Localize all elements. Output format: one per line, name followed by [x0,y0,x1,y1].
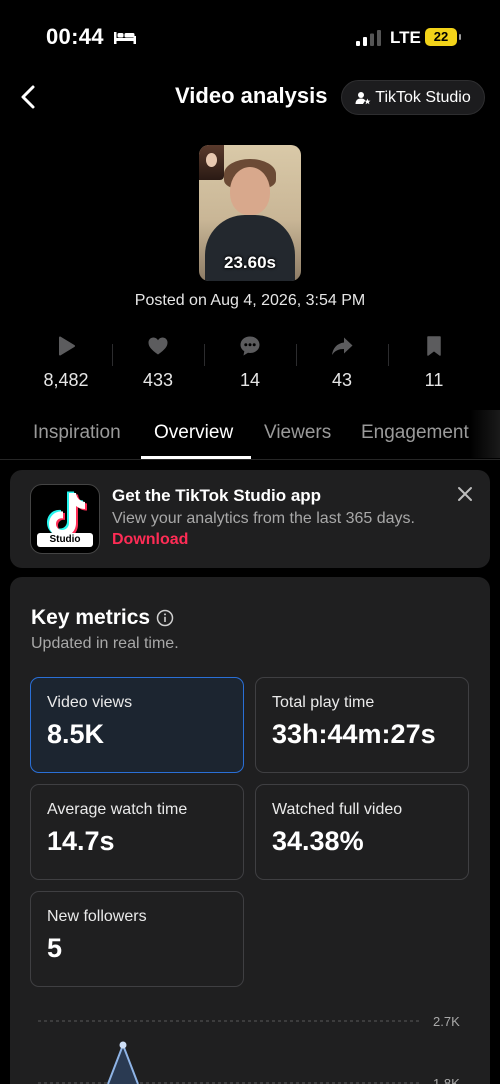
heart-icon [148,337,168,355]
stat-shares: 43 [296,332,388,394]
tab-overview[interactable]: Overview [154,422,233,444]
stat-views: 8,482 [20,332,112,394]
metric-label: Video views [47,694,133,711]
comment-icon [240,336,260,356]
close-icon[interactable] [456,485,474,503]
metric-label: Watched full video [272,801,403,818]
stat-value: 43 [331,370,353,390]
sleep-focus-icon [114,32,136,44]
stat-value: 14 [239,370,261,390]
tiktok-studio-label: TikTok Studio [375,88,471,106]
metric-value: 34.38% [272,826,364,856]
status-bar: 00:44 LTE 22 [0,0,500,72]
stat-value: 8,482 [43,370,89,390]
metric-label: Total play time [272,694,375,711]
back-arrow-icon[interactable] [14,80,44,114]
battery-indicator: 22 [425,28,461,46]
page-title: Video analysis [175,83,328,108]
views-area [108,1045,138,1084]
network-type: LTE [390,28,421,47]
user-star-icon [355,91,371,104]
info-icon[interactable] [156,609,174,627]
video-stats-row: 8,482 433 14 43 11 [20,332,480,394]
tab-engagement[interactable]: Engagement [361,422,469,444]
y-tick-label: 1.8K [433,1076,460,1084]
tab-bar: Inspiration Overview Viewers Engagement [0,410,500,460]
metric-card-video-views[interactable]: Video views 8.5K [30,677,244,773]
stat-saves: 11 [388,332,480,394]
key-metrics-title: Key metrics [31,606,151,629]
key-metrics-heading: Key metrics [31,606,174,630]
stat-comments: 14 [204,332,296,394]
studio-badge: Studio [37,533,93,547]
video-views-chart: 2.7K 1.8K [38,1014,460,1084]
metric-value: 8.5K [47,719,105,749]
y-tick-label: 2.7K [433,1014,460,1029]
metric-value: 14.7s [47,826,115,856]
active-tab-indicator [141,456,251,459]
peak-point [119,1041,127,1049]
status-time: 00:44 [46,24,104,49]
metric-card-new-followers[interactable]: New followers 5 [30,891,244,987]
key-metrics-subtitle: Updated in real time. [31,635,179,652]
play-icon [59,336,75,356]
stat-value: 433 [142,370,174,390]
cellular-signal-icon [356,30,381,46]
stat-value: 11 [424,370,444,390]
bookmark-icon [427,336,441,356]
tiktok-studio-app-icon[interactable]: Studio [30,484,100,554]
share-icon [332,337,353,355]
header: Video analysis TikTok Studio [0,72,500,122]
promo-subtitle: View your analytics from the last 365 da… [112,510,415,527]
tab-inspiration[interactable]: Inspiration [33,422,121,444]
metric-value: 33h:44m:27s [272,719,436,749]
metric-label: Average watch time [47,801,188,818]
promo-title: Get the TikTok Studio app [112,486,322,505]
duet-inset-thumbnail [199,145,224,180]
metric-value: 5 [47,933,63,963]
metric-card-average-watch-time[interactable]: Average watch time 14.7s [30,784,244,880]
video-thumbnail[interactable]: 23.60s [199,145,301,281]
metric-card-watched-full-video[interactable]: Watched full video 34.38% [255,784,469,880]
studio-promo-card: Studio Get the TikTok Studio app View yo… [10,470,490,568]
metric-card-total-play-time[interactable]: Total play time 33h:44m:27s [255,677,469,773]
video-duration: 23.60s [224,253,276,272]
metric-label: New followers [47,908,147,925]
stat-likes: 433 [112,332,204,394]
tab-viewers[interactable]: Viewers [264,422,331,444]
tiktok-studio-button[interactable]: TikTok Studio [341,80,485,115]
posted-date: Posted on Aug 4, 2026, 3:54 PM [134,292,366,309]
download-link[interactable]: Download [112,531,188,549]
